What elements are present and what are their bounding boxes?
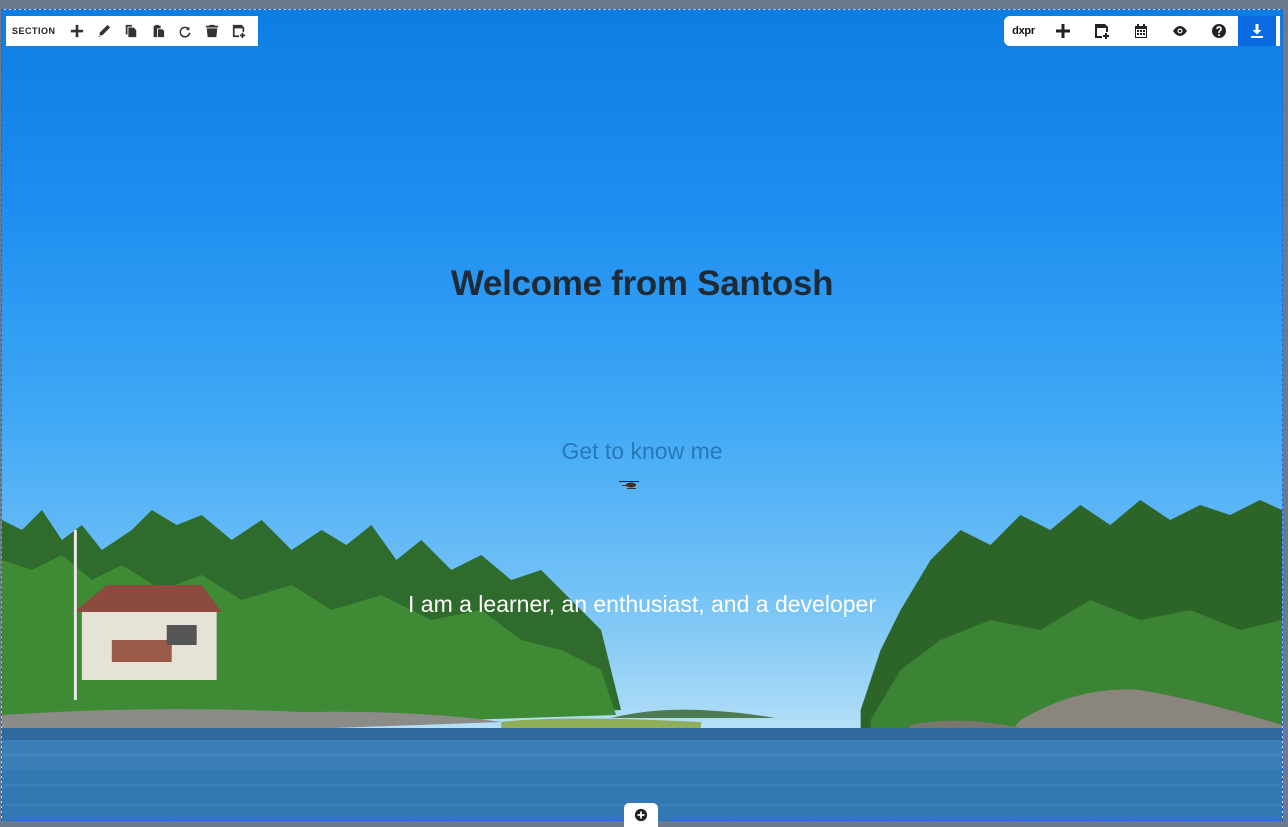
brand-logo: dxpr	[1004, 16, 1043, 46]
help-icon	[1211, 24, 1226, 38]
paste-icon	[153, 24, 164, 38]
brand-label: dxpr	[1012, 25, 1035, 37]
section-label: SECTION	[12, 26, 56, 36]
plus-icon	[1055, 24, 1070, 38]
eye-icon	[1172, 26, 1187, 36]
refresh-section-button[interactable]	[171, 16, 198, 46]
save-button[interactable]	[1082, 16, 1121, 46]
refresh-icon	[179, 26, 191, 38]
hero-section[interactable]: Welcome from Santosh Get to know me I am…	[1, 9, 1283, 821]
save-icon	[1094, 24, 1109, 39]
schedule-button[interactable]	[1121, 16, 1160, 46]
save-icon	[232, 24, 245, 38]
save-section-button[interactable]	[225, 16, 252, 46]
preview-button[interactable]	[1160, 16, 1199, 46]
help-button[interactable]	[1199, 16, 1238, 46]
hero-tagline: I am a learner, an enthusiast, and a dev…	[408, 591, 876, 617]
copy-icon	[125, 24, 137, 38]
add-button[interactable]	[1043, 16, 1082, 46]
edit-section-button[interactable]	[90, 16, 117, 46]
paste-section-button[interactable]	[144, 16, 171, 46]
section-toolbar: SECTION	[6, 16, 258, 46]
copy-section-button[interactable]	[117, 16, 144, 46]
plus-circle-icon	[634, 808, 648, 822]
calendar-icon	[1134, 24, 1147, 38]
trash-icon	[205, 24, 218, 38]
add-section-button[interactable]	[624, 803, 658, 827]
editor-toolbar: dxpr	[1004, 16, 1280, 46]
hero-title: Welcome from Santosh	[450, 264, 834, 303]
delete-section-button[interactable]	[198, 16, 225, 46]
pencil-icon	[98, 24, 111, 38]
add-element-button[interactable]	[64, 16, 91, 46]
download-button[interactable]	[1238, 16, 1276, 46]
download-icon	[1251, 24, 1263, 38]
get-to-know-me-link[interactable]: Get to know me	[2, 438, 1282, 465]
landscape-background	[2, 500, 1282, 820]
plus-icon	[70, 24, 84, 38]
helicopter-graphic	[619, 481, 639, 489]
